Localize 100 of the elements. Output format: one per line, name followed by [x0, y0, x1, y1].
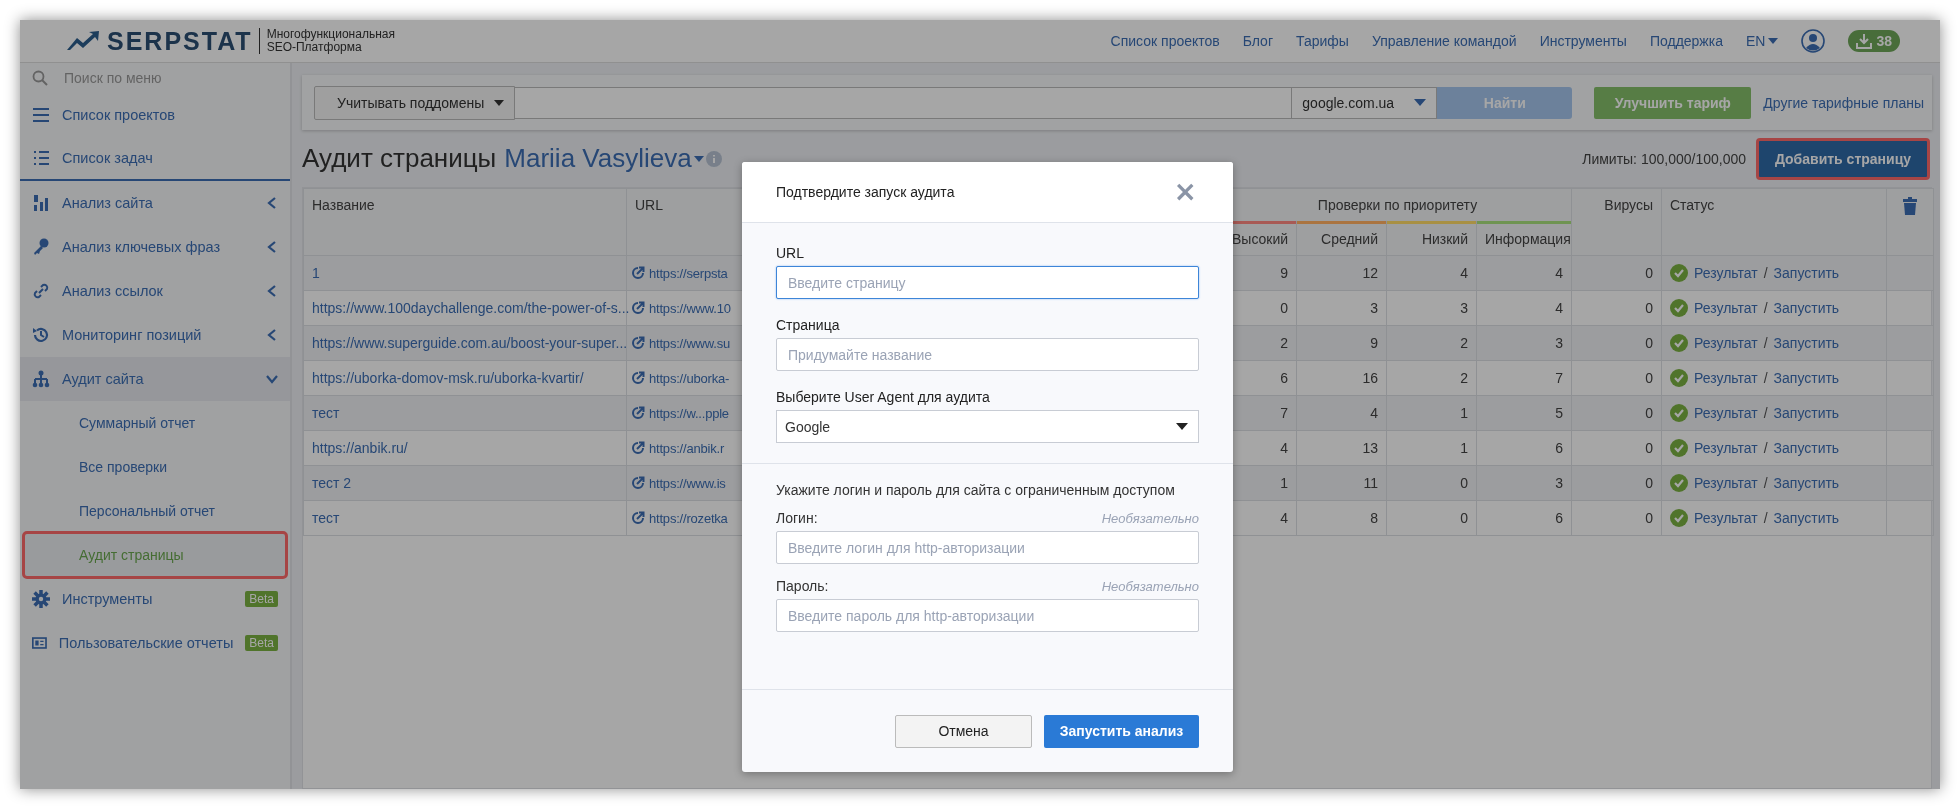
table-cell: 0 — [1571, 255, 1662, 291]
sidebar-item[interactable]: Мониторинг позиций — [20, 313, 290, 357]
project-selector[interactable]: Mariia Vasylieva — [504, 143, 692, 174]
search-engine-dropdown[interactable]: google.com.ua — [1292, 86, 1438, 119]
run-link[interactable]: Запустить — [1773, 405, 1840, 421]
sidebar-item[interactable]: Анализ ссылок — [20, 269, 290, 313]
caret-icon — [1414, 99, 1427, 106]
column-header: Низкий — [1386, 221, 1477, 256]
separator-text: / — [1763, 510, 1768, 526]
sidebar-item[interactable]: Анализ сайта — [20, 181, 290, 225]
limits-text: Лимиты: 100,000/100,000 — [1582, 150, 1746, 167]
run-link[interactable]: Запустить — [1773, 370, 1840, 386]
text-input-field[interactable]: Введите страницу — [776, 266, 1199, 299]
page-name-link[interactable]: тест — [312, 405, 340, 421]
sidebar-item[interactable]: Аудит сайта — [20, 357, 290, 401]
text-input-field[interactable]: Введите логин для http-авторизации — [776, 531, 1199, 564]
column-header: Статус — [1661, 188, 1887, 256]
table-cell: 13 — [1296, 430, 1387, 466]
domain-input-field[interactable] — [515, 86, 1293, 119]
run-link[interactable]: Запустить — [1773, 300, 1840, 316]
caret-icon — [494, 99, 505, 106]
table-cell: 3 — [1386, 290, 1477, 326]
beta-badge: Beta — [245, 591, 278, 607]
link-icon — [32, 282, 50, 300]
close-button[interactable]: × — [1173, 178, 1197, 206]
menu-search-field[interactable]: Поиск по меню — [62, 69, 266, 87]
table-cell: 6 — [1476, 430, 1572, 466]
result-link[interactable]: Результат — [1694, 405, 1758, 421]
table-cell: 0 — [1571, 325, 1662, 361]
external-link-icon — [631, 371, 645, 385]
table-cell: 3 — [1296, 290, 1387, 326]
sidebar-subitem[interactable]: Все проверки — [24, 445, 286, 489]
table-cell: 0 — [1571, 360, 1662, 396]
downloads-badge[interactable]: 38 — [1848, 30, 1900, 52]
nav-link[interactable]: Блог — [1242, 33, 1273, 49]
result-link[interactable]: Результат — [1694, 475, 1758, 491]
run-link[interactable]: Запустить — [1773, 265, 1840, 281]
check-circle-icon — [1670, 334, 1688, 352]
language-selector[interactable]: EN — [1745, 33, 1779, 49]
check-circle-icon — [1670, 369, 1688, 387]
page-name-link[interactable]: https://www.100daychallenge.com/the-power-of-s... — [312, 300, 630, 316]
table-cell: 0 — [1386, 465, 1477, 501]
sidebar-item[interactable]: Пользовательские отчеты Beta — [20, 621, 290, 665]
column-header: Средний — [1296, 221, 1387, 256]
table-cell: 6 — [1476, 500, 1572, 536]
run-link[interactable]: Запустить — [1773, 475, 1840, 491]
plans-link[interactable]: Другие тарифные планы — [1763, 94, 1924, 111]
start-analysis-button[interactable]: Запустить анализ — [1044, 714, 1199, 748]
external-link-icon — [631, 441, 645, 455]
page-name-link[interactable]: https://anbik.ru/ — [312, 440, 408, 456]
column-header: Информация — [1476, 221, 1572, 256]
table-cell: 0 — [1571, 465, 1662, 501]
user-agent-dropdown[interactable]: Google — [776, 410, 1199, 443]
separator-text: / — [1763, 440, 1768, 456]
field-label: URL — [776, 245, 805, 261]
cancel-button[interactable]: Отмена — [895, 714, 1032, 748]
add-page-button[interactable]: Добавить страницу — [1758, 139, 1928, 178]
nav-link[interactable]: Поддержка — [1649, 33, 1723, 49]
caret-icon — [1176, 423, 1188, 430]
result-link[interactable]: Результат — [1694, 300, 1758, 316]
nav-link[interactable]: Список проектов — [1110, 33, 1220, 49]
sidebar-subitem[interactable]: Суммарный отчет — [24, 401, 286, 445]
run-link[interactable]: Запустить — [1773, 335, 1840, 351]
download-icon — [1856, 33, 1873, 49]
text-input-field[interactable]: Введите пароль для http-авторизации — [776, 599, 1199, 632]
table-cell: 4 — [1386, 255, 1477, 291]
page-name-link[interactable]: тест 2 — [312, 475, 352, 491]
upgrade-button[interactable]: Улучшить тариф — [1594, 86, 1752, 119]
trash-icon[interactable] — [1903, 197, 1917, 215]
sidebar-item[interactable]: Список проектов — [20, 93, 290, 137]
check-circle-icon — [1670, 264, 1688, 282]
result-link[interactable]: Результат — [1694, 440, 1758, 456]
nav-link[interactable]: Тарифы — [1296, 33, 1349, 49]
sidebar-subitem[interactable]: Персональный отчет — [24, 489, 286, 533]
table-cell: 1 — [1386, 395, 1477, 431]
text-input-field[interactable]: Придумайте название — [776, 338, 1199, 371]
result-link[interactable]: Результат — [1694, 335, 1758, 351]
bar-chart-icon — [32, 194, 50, 212]
nav-link[interactable]: Управление командой — [1371, 33, 1517, 49]
run-link[interactable]: Запустить — [1773, 510, 1840, 526]
table-cell: 3 — [1476, 465, 1572, 501]
run-link[interactable]: Запустить — [1773, 440, 1840, 456]
sidebar-item[interactable]: Анализ ключевых фраз — [20, 225, 290, 269]
result-link[interactable]: Результат — [1694, 510, 1758, 526]
sidebar-item[interactable]: Список задач — [20, 137, 290, 181]
external-link-icon — [631, 301, 645, 315]
sidebar-subitem[interactable]: Аудит страницы — [24, 533, 286, 577]
nav-link[interactable]: Инструменты — [1539, 33, 1627, 49]
result-link[interactable]: Результат — [1694, 265, 1758, 281]
check-circle-icon — [1670, 404, 1688, 422]
sidebar-item[interactable]: Инструменты Beta — [20, 577, 290, 621]
scope-dropdown[interactable]: Учитывать поддомены — [314, 85, 516, 120]
result-link[interactable]: Результат — [1694, 370, 1758, 386]
page-title: Аудит страницы — [302, 143, 497, 174]
optional-hint: Необязательно — [1101, 511, 1199, 526]
hierarchy-icon — [32, 370, 50, 388]
page-name-link[interactable]: тест — [312, 510, 340, 526]
separator-text: / — [1763, 370, 1768, 386]
check-circle-icon — [1670, 509, 1688, 527]
page-name-link[interactable]: 1 — [312, 265, 320, 281]
